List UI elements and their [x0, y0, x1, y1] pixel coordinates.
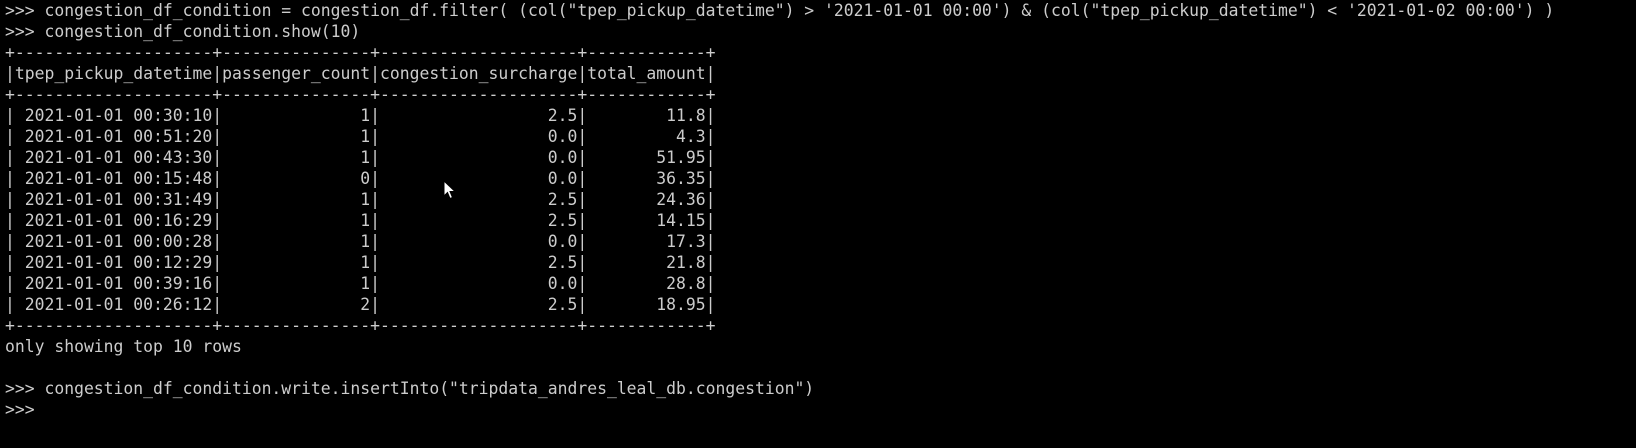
prompt-line[interactable]: >>>	[5, 399, 1636, 420]
table-row: | 2021-01-01 00:31:49| 1| 2.5| 24.36|	[5, 190, 716, 209]
terminal-window[interactable]: >>> congestion_df_condition = congestion…	[0, 0, 1636, 448]
command-line-show: >>> congestion_df_condition.show(10)	[5, 22, 361, 41]
command-line-filter: >>> congestion_df_condition = congestion…	[5, 1, 1555, 20]
table-row: | 2021-01-01 00:15:48| 0| 0.0| 36.35|	[5, 169, 716, 188]
table-border-top: +--------------------+---------------+--…	[5, 43, 716, 62]
table-row: | 2021-01-01 00:16:29| 1| 2.5| 14.15|	[5, 211, 716, 230]
table-border-bottom: +--------------------+---------------+--…	[5, 316, 716, 335]
table-row: | 2021-01-01 00:51:20| 1| 0.0| 4.3|	[5, 127, 716, 146]
table-header-row: |tpep_pickup_datetime|passenger_count|co…	[5, 64, 716, 83]
table-row: | 2021-01-01 00:30:10| 1| 2.5| 11.8|	[5, 106, 716, 125]
arrow-cursor-icon	[443, 180, 457, 200]
output-note: only showing top 10 rows	[5, 337, 242, 356]
command-line-insert: >>> congestion_df_condition.write.insert…	[5, 379, 815, 398]
table-row: | 2021-01-01 00:43:30| 1| 0.0| 51.95|	[5, 148, 716, 167]
table-border-header: +--------------------+---------------+--…	[5, 85, 716, 104]
table-row: | 2021-01-01 00:12:29| 1| 2.5| 21.8|	[5, 253, 716, 272]
table-row: | 2021-01-01 00:00:28| 1| 0.0| 17.3|	[5, 232, 716, 251]
table-row: | 2021-01-01 00:39:16| 1| 0.0| 28.8|	[5, 274, 716, 293]
table-row: | 2021-01-01 00:26:12| 2| 2.5| 18.95|	[5, 295, 716, 314]
